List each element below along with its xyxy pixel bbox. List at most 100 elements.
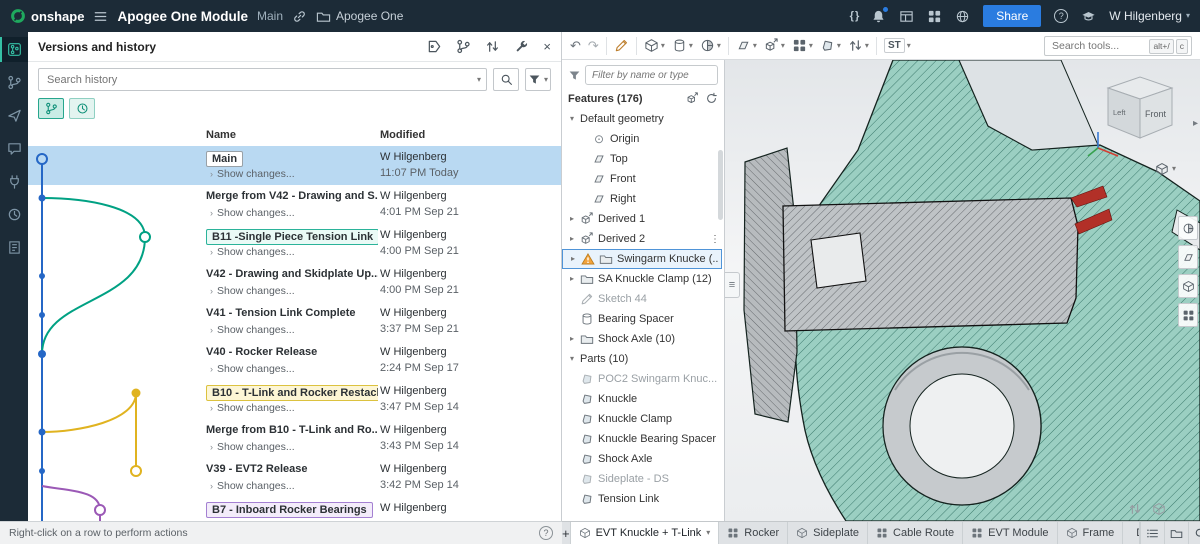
part-item-tension-link[interactable]: Tension Link — [562, 489, 724, 509]
versions-panel-toggle[interactable] — [0, 37, 28, 62]
user-menu[interactable]: W Hilgenberg▾ — [1109, 9, 1190, 23]
share-button[interactable]: Share — [983, 5, 1041, 27]
new-tab-button[interactable]: + — [562, 522, 571, 544]
graph-view-toggle[interactable] — [38, 98, 64, 119]
tree-item-derived-1[interactable]: ▸Derived 1 — [562, 209, 724, 229]
plane-tool-group[interactable]: ▾ — [736, 38, 757, 53]
tree-item-front-plane[interactable]: Front — [562, 169, 724, 189]
search-button[interactable] — [493, 68, 519, 91]
part-item-shock-axle[interactable]: Shock Axle — [562, 449, 724, 469]
chevron-right-icon[interactable]: ▸ — [568, 275, 576, 283]
show-changes-link[interactable]: ›Show changes... — [210, 363, 295, 375]
version-row[interactable]: B11 -Single Piece Tension Link ›Show cha… — [28, 224, 562, 263]
tab-list-button[interactable] — [1140, 522, 1164, 544]
help-icon[interactable]: ? — [1054, 9, 1068, 23]
show-changes-link[interactable]: ›Show changes... — [210, 324, 295, 336]
show-changes-link[interactable]: ›Show changes... — [210, 285, 295, 297]
comments-button[interactable] — [0, 136, 28, 161]
show-changes-link[interactable]: ›Show changes... — [210, 402, 295, 414]
api-code-icon[interactable]: { } — [850, 10, 859, 22]
tab-rocker[interactable]: Rocker — [719, 522, 788, 544]
branch-tool-button[interactable] — [0, 70, 28, 95]
help-icon[interactable]: ? — [539, 526, 553, 540]
undo-button[interactable]: ↶ — [570, 39, 581, 52]
version-row[interactable]: V41 - Tension Link Complete ›Show change… — [28, 302, 562, 341]
tab-frame[interactable]: Frame — [1058, 522, 1124, 544]
notifications-button[interactable] — [871, 9, 886, 24]
tree-item-bearing-spacer[interactable]: Bearing Spacer — [562, 309, 724, 329]
version-row[interactable]: V39 - EVT2 Release ›Show changes... W Hi… — [28, 458, 562, 497]
create-branch-icon[interactable] — [456, 39, 471, 54]
project-breadcrumb[interactable]: Apogee One — [316, 9, 403, 24]
extrude-tool-group[interactable]: ▾ — [644, 38, 665, 53]
globe-icon[interactable] — [955, 9, 970, 24]
tree-item-sa-knuckle-clamp[interactable]: ▸SA Knuckle Clamp (12) — [562, 269, 724, 289]
tree-item-parts-header[interactable]: ▾Parts (10) — [562, 349, 724, 369]
show-changes-link[interactable]: ›Show changes... — [210, 168, 295, 180]
transform-tool-group[interactable]: ▾ — [848, 38, 869, 53]
appearance-button[interactable] — [1178, 303, 1198, 327]
part-item-knuckle-bearing-spacer[interactable]: Knuckle Bearing Spacer — [562, 429, 724, 449]
tree-item-default-geometry[interactable]: ▾Default geometry — [562, 109, 724, 129]
copy-link-icon[interactable] — [292, 9, 307, 24]
version-row[interactable]: B7 - Inboard Rocker Bearings W Hilgenber… — [28, 497, 562, 521]
show-changes-link[interactable]: ›Show changes... — [210, 207, 295, 219]
version-row[interactable]: V42 - Drawing and Skidplate Up... ›Show … — [28, 263, 562, 302]
chevron-right-icon[interactable]: ▸ — [568, 215, 576, 223]
tab-sideplate[interactable]: Sideplate — [788, 522, 868, 544]
spreadsheet-icon[interactable] — [899, 9, 914, 24]
main-menu-icon[interactable] — [93, 9, 108, 24]
revolve-tool-group[interactable]: ▾ — [672, 38, 693, 53]
version-row[interactable]: B10 - T-Link and Rocker Restack ›Show ch… — [28, 380, 562, 419]
tab-cable-route[interactable]: Cable Route — [868, 522, 963, 544]
show-changes-link[interactable]: ›Show changes... — [210, 441, 295, 453]
flat-view-toggle[interactable] — [69, 98, 95, 119]
tree-item-swingarm-knuckle[interactable]: ▸Swingarm Knucke (.. — [562, 249, 722, 269]
panel-collapse-handle[interactable]: ≡ — [725, 272, 740, 298]
part-item-knuckle-clamp[interactable]: Knuckle Clamp — [562, 409, 724, 429]
tab-evt-module[interactable]: EVT Module — [963, 522, 1057, 544]
tree-item-derived-2[interactable]: ▸Derived 2⋮ — [562, 229, 724, 249]
tab-evt-knuckle-t-link[interactable]: EVT Knuckle + T-Link ▾ — [571, 522, 720, 544]
chevron-down-icon[interactable]: ▾ — [477, 76, 481, 84]
chevron-down-icon[interactable]: ▾ — [706, 529, 710, 537]
derived-tool-group[interactable]: ▾ — [764, 38, 785, 53]
cube-front-label[interactable]: Front — [1145, 109, 1167, 119]
scrollbar-thumb[interactable] — [718, 150, 723, 220]
display-options-button[interactable]: ▾ — [1155, 162, 1176, 176]
show-changes-link[interactable]: ›Show changes... — [210, 246, 295, 258]
chevron-right-icon[interactable]: ▸ — [569, 255, 577, 263]
tools-icon[interactable] — [514, 39, 529, 54]
view-cube[interactable]: Left Front — [1086, 64, 1186, 160]
app-store-icon[interactable] — [927, 9, 942, 24]
tab-manager-button[interactable] — [1164, 522, 1188, 544]
part-item-poc2-swingarm[interactable]: POC2 Swingarm Knuc... — [562, 369, 724, 389]
boolean-tool-group[interactable]: ▾ — [700, 38, 721, 53]
chevron-right-icon[interactable]: ▸ — [568, 235, 576, 243]
redo-button[interactable]: ↷ — [588, 39, 599, 52]
history-search-input[interactable] — [38, 68, 487, 91]
section-view-button[interactable] — [1178, 216, 1198, 240]
workspace-name[interactable]: Main — [257, 9, 283, 23]
version-row[interactable]: V40 - Rocker Release ›Show changes... W … — [28, 341, 562, 380]
feature-filter-input[interactable] — [585, 65, 718, 85]
tab-search-button[interactable] — [1188, 522, 1200, 544]
chevron-down-icon[interactable]: ▾ — [568, 355, 576, 363]
mass-properties-icon[interactable] — [1152, 502, 1166, 516]
integrations-button[interactable] — [0, 169, 28, 194]
cube-left-label[interactable]: Left — [1113, 108, 1126, 117]
version-row[interactable]: Merge from V42 - Drawing and S... ›Show … — [28, 185, 562, 224]
isolate-button[interactable] — [1178, 274, 1198, 298]
pattern-tool-group[interactable]: ▾ — [792, 38, 813, 53]
tree-item-top-plane[interactable]: Top — [562, 149, 724, 169]
version-row-main[interactable]: Main ›Show changes... W Hilgenberg 11:07… — [28, 146, 562, 185]
kebab-menu-icon[interactable]: ⋮ — [710, 234, 720, 245]
part-tool-group[interactable]: ▾ — [820, 38, 841, 53]
tree-item-shock-axle-folder[interactable]: ▸Shock Axle (10) — [562, 329, 724, 349]
tree-item-origin[interactable]: ⊙Origin — [562, 129, 724, 149]
named-views-button[interactable] — [1178, 245, 1198, 269]
compare-icon[interactable] — [485, 39, 500, 54]
chevron-right-icon[interactable]: ▸ — [568, 335, 576, 343]
tree-item-sketch-44[interactable]: Sketch 44 — [562, 289, 724, 309]
learning-center-icon[interactable] — [1081, 9, 1096, 24]
